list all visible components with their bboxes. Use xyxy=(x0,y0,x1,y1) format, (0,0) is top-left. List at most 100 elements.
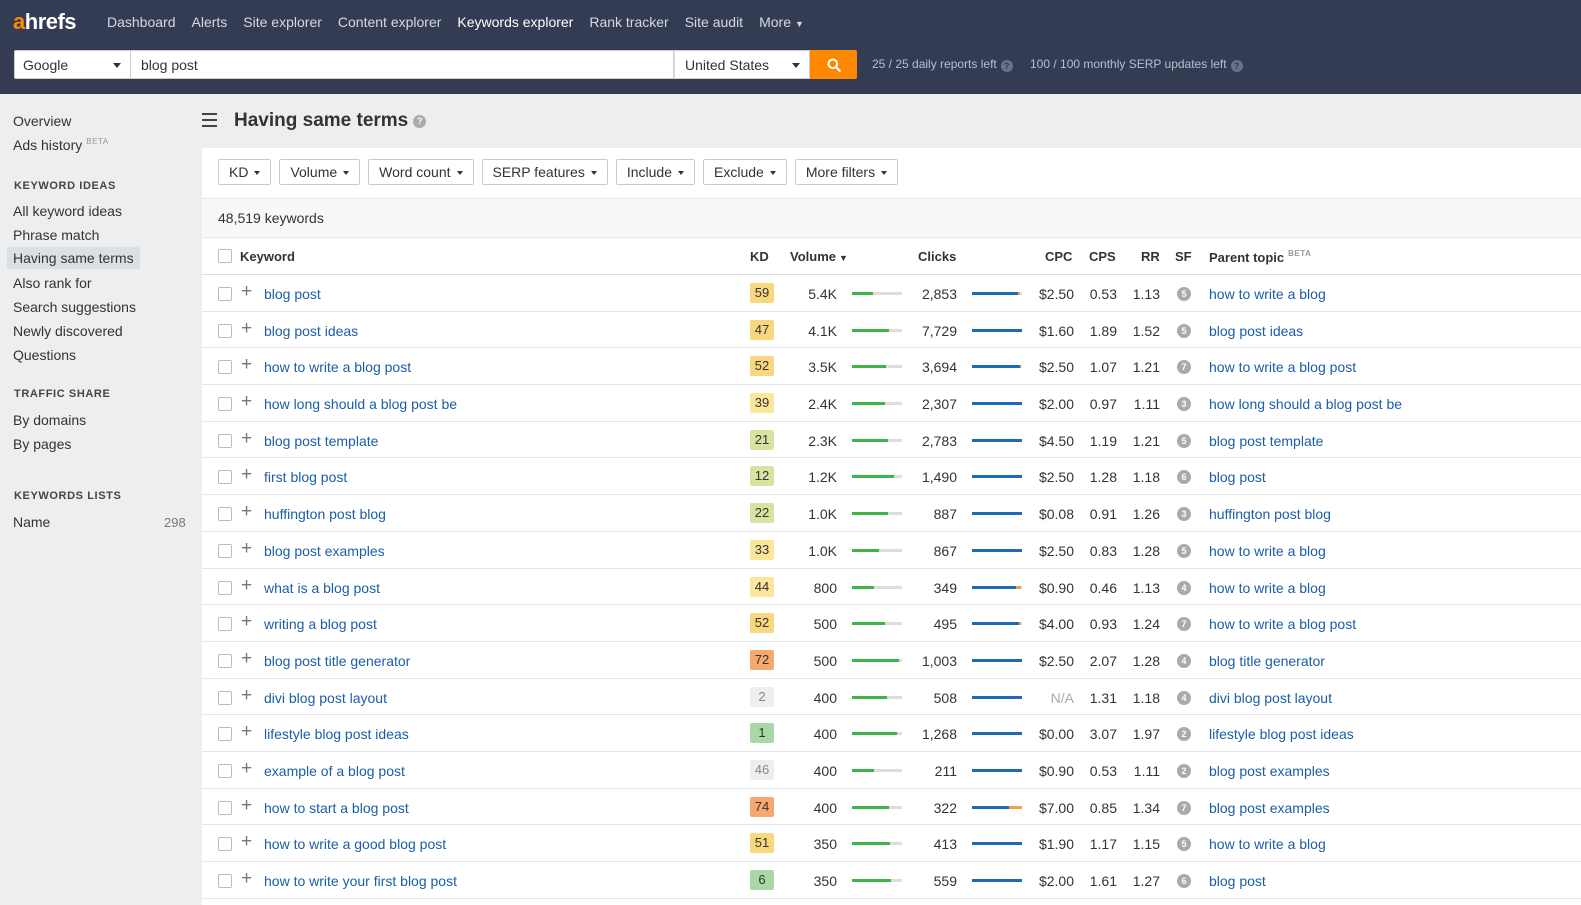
filter-word-count[interactable]: Word count xyxy=(368,159,474,185)
serp-features-count[interactable]: 2 xyxy=(1177,763,1191,778)
parent-topic-link[interactable]: blog title generator xyxy=(1209,653,1325,669)
plus-icon[interactable]: + xyxy=(241,282,252,301)
serp-features-count[interactable]: 5 xyxy=(1177,323,1191,338)
parent-topic-link[interactable]: huffington post blog xyxy=(1209,506,1331,522)
parent-topic-link[interactable]: blog post examples xyxy=(1209,800,1330,816)
plus-icon[interactable]: + xyxy=(241,759,252,778)
keyword-link[interactable]: blog post title generator xyxy=(264,653,410,669)
country-select[interactable]: United States xyxy=(674,50,810,79)
row-checkbox[interactable] xyxy=(218,507,232,522)
row-checkbox[interactable] xyxy=(218,874,232,888)
serp-features-count[interactable]: 5 xyxy=(1177,837,1191,852)
parent-topic-link[interactable]: how to write a blog xyxy=(1209,836,1326,852)
table-row[interactable]: + blog post template 21 2.3K 2,783 $4.50 1.19 1… xyxy=(202,422,1581,459)
filter-more-filters[interactable]: More filters xyxy=(794,159,899,185)
plus-icon[interactable]: + xyxy=(241,465,252,484)
col-sf[interactable]: SF xyxy=(1175,249,1192,264)
filter-include[interactable]: Include xyxy=(615,159,696,185)
menu-icon[interactable] xyxy=(202,113,217,127)
sidebar-item-search-suggestions[interactable]: Search suggestions xyxy=(13,299,136,315)
sidebar-item-also-rank-for[interactable]: Also rank for xyxy=(13,275,92,291)
search-engine-select[interactable]: Google xyxy=(14,50,131,79)
table-row[interactable]: + lifestyle blog post ideas 1 400 1,268 $0.00… xyxy=(202,715,1581,752)
col-volume[interactable]: Volume ▼ xyxy=(790,249,848,264)
parent-topic-link[interactable]: how to write a blog xyxy=(1209,286,1326,302)
table-row[interactable]: + divi blog post layout 2 400 508 N/A 1.31 1.18… xyxy=(202,679,1581,716)
search-button[interactable] xyxy=(810,50,857,79)
parent-topic-link[interactable]: how to write a blog post xyxy=(1209,359,1356,375)
parent-topic-link[interactable]: how to write a blog xyxy=(1209,580,1326,596)
row-checkbox[interactable] xyxy=(218,617,232,632)
filter-exclude[interactable]: Exclude xyxy=(703,159,787,185)
sidebar-item-overview[interactable]: Overview xyxy=(13,113,71,129)
plus-icon[interactable]: + xyxy=(241,832,252,851)
plus-icon[interactable]: + xyxy=(241,502,252,521)
keyword-link[interactable]: divi blog post layout xyxy=(264,690,387,706)
row-checkbox[interactable] xyxy=(218,763,232,778)
plus-icon[interactable]: + xyxy=(241,319,252,338)
nav-site-explorer[interactable]: Site explorer xyxy=(243,14,322,30)
table-row[interactable]: + blog post examples 33 1.0K 867 $2.50 0.83 1.2… xyxy=(202,532,1581,569)
col-rr[interactable]: RR xyxy=(1141,249,1160,264)
table-row[interactable]: + how to start a blog post 74 400 322 $7.00 0.… xyxy=(202,789,1581,826)
table-row[interactable]: + blog post ideas 47 4.1K 7,729 $1.60 1.89 1.52… xyxy=(202,312,1581,349)
filter-serp-features[interactable]: SERP features xyxy=(481,159,608,185)
serp-features-count[interactable]: 6 xyxy=(1177,874,1191,888)
serp-features-count[interactable]: 5 xyxy=(1177,433,1191,448)
serp-features-count[interactable]: 3 xyxy=(1177,397,1191,412)
row-checkbox[interactable] xyxy=(218,580,232,595)
sidebar-item-by-domains[interactable]: By domains xyxy=(13,412,86,428)
keyword-link[interactable]: blog post examples xyxy=(264,543,385,559)
plus-icon[interactable]: + xyxy=(241,539,252,558)
parent-topic-link[interactable]: how to write a blog xyxy=(1209,543,1326,559)
nav-site-audit[interactable]: Site audit xyxy=(685,14,743,30)
table-row[interactable]: + what is a blog post 44 800 349 $0.90 0.46 1.1… xyxy=(202,569,1581,606)
table-row[interactable]: + how to write a good blog post 51 350 413 $1… xyxy=(202,825,1581,862)
keyword-link[interactable]: writing a blog post xyxy=(264,616,377,632)
row-checkbox[interactable] xyxy=(218,800,232,815)
keyword-link[interactable]: how to write a blog post xyxy=(264,359,411,375)
row-checkbox[interactable] xyxy=(218,360,232,375)
row-checkbox[interactable] xyxy=(218,470,232,485)
select-all-checkbox[interactable] xyxy=(218,249,232,263)
table-row[interactable]: + how long should a blog post be 39 2.4K 2,3… xyxy=(202,385,1581,422)
filter-kd[interactable]: KD xyxy=(218,159,272,185)
col-kd[interactable]: KD xyxy=(750,249,769,264)
parent-topic-link[interactable]: blog post xyxy=(1209,873,1266,889)
plus-icon[interactable]: + xyxy=(241,649,252,668)
keyword-link[interactable]: example of a blog post xyxy=(264,763,405,779)
plus-icon[interactable]: + xyxy=(241,392,252,411)
parent-topic-link[interactable]: blog post examples xyxy=(1209,763,1330,779)
serp-features-count[interactable]: 5 xyxy=(1177,543,1191,558)
parent-topic-link[interactable]: blog post template xyxy=(1209,433,1323,449)
plus-icon[interactable]: + xyxy=(241,686,252,705)
nav-rank-tracker[interactable]: Rank tracker xyxy=(589,14,668,30)
table-row[interactable]: + first blog post 12 1.2K 1,490 $2.50 1.28 1.18… xyxy=(202,458,1581,496)
nav-dashboard[interactable]: Dashboard xyxy=(107,14,176,30)
plus-icon[interactable]: + xyxy=(241,612,252,631)
nav-alerts[interactable]: Alerts xyxy=(192,14,228,30)
serp-features-count[interactable]: 4 xyxy=(1177,653,1191,668)
row-checkbox[interactable] xyxy=(218,690,232,705)
serp-features-count[interactable]: 2 xyxy=(1177,727,1191,742)
sidebar-item-ads-history[interactable]: Ads history BETA xyxy=(13,137,109,153)
help-icon[interactable]: ? xyxy=(1230,60,1243,72)
keyword-link[interactable]: how long should a blog post be xyxy=(264,396,457,412)
parent-topic-link[interactable]: blog post ideas xyxy=(1209,323,1303,339)
plus-icon[interactable]: + xyxy=(241,869,252,888)
parent-topic-link[interactable]: divi blog post layout xyxy=(1209,690,1332,706)
plus-icon[interactable]: + xyxy=(241,355,252,374)
col-clicks[interactable]: Clicks xyxy=(918,249,956,264)
row-checkbox[interactable] xyxy=(218,653,232,668)
parent-topic-link[interactable]: how to write a blog post xyxy=(1209,616,1356,632)
serp-features-count[interactable]: 4 xyxy=(1177,690,1191,705)
row-checkbox[interactable] xyxy=(218,543,232,558)
row-checkbox[interactable] xyxy=(218,433,232,448)
plus-icon[interactable]: + xyxy=(241,722,252,741)
serp-features-count[interactable]: 6 xyxy=(1177,470,1191,485)
serp-features-count[interactable]: 4 xyxy=(1177,580,1191,595)
nav-keywords-explorer[interactable]: Keywords explorer xyxy=(457,14,573,30)
table-row[interactable]: + how to write your first blog post 6 350 55… xyxy=(202,862,1581,899)
keyword-link[interactable]: how to write your first blog post xyxy=(264,873,457,889)
row-checkbox[interactable] xyxy=(218,287,232,301)
